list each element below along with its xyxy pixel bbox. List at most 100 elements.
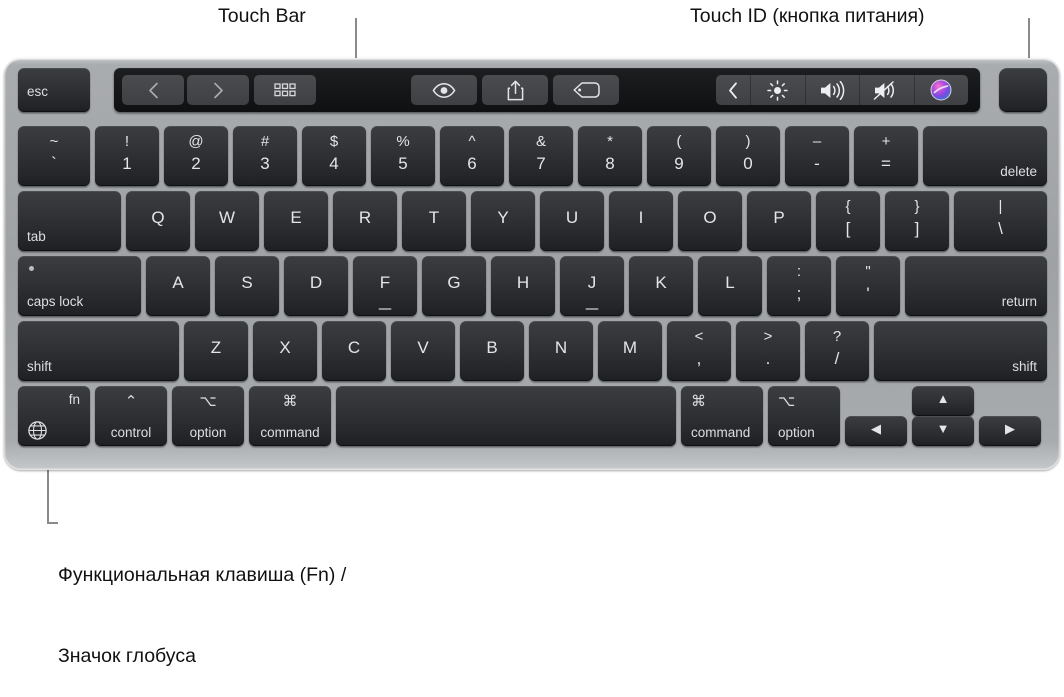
key-z-label: Z [210, 338, 222, 357]
touchbar-tag-button[interactable] [553, 75, 619, 105]
touchbar-siri-button[interactable] [915, 75, 969, 105]
key-backtick-label: ` [51, 154, 57, 173]
touchbar-share-button[interactable] [482, 75, 548, 105]
key-y[interactable]: Y [471, 191, 535, 251]
key-b[interactable]: B [460, 321, 524, 381]
key-v[interactable]: V [391, 321, 455, 381]
key-touch-id[interactable] [999, 68, 1047, 112]
key-backslash-shift-label: | [998, 198, 1003, 215]
touchbar-volume-button[interactable] [806, 75, 860, 105]
key-f[interactable]: F [353, 256, 417, 316]
key-control-left-symbol: ⌃ [124, 393, 138, 410]
key-7[interactable]: & 7 [509, 126, 573, 186]
key-backtick[interactable]: ~ ` [18, 126, 90, 186]
key-8[interactable]: * 8 [578, 126, 642, 186]
key-equals[interactable]: + = [854, 126, 918, 186]
key-command-right[interactable]: ⌘ command [681, 386, 763, 446]
key-1-label: 1 [122, 154, 132, 173]
key-5[interactable]: % 5 [371, 126, 435, 186]
key-9-label: 9 [674, 154, 684, 173]
key-arrow-down[interactable]: ▼ [912, 416, 974, 446]
key-esc[interactable]: esc [18, 68, 90, 112]
touchbar-mute-button[interactable] [860, 75, 915, 105]
key-slash[interactable]: ? / [805, 321, 869, 381]
key-1[interactable]: ! 1 [95, 126, 159, 186]
key-i[interactable]: I [609, 191, 673, 251]
key-9[interactable]: ( 9 [647, 126, 711, 186]
key-4[interactable]: $ 4 [302, 126, 366, 186]
key-e[interactable]: E [264, 191, 328, 251]
key-l[interactable]: L [698, 256, 762, 316]
key-option-right-label: option [778, 425, 815, 440]
key-quote[interactable]: " ' [836, 256, 900, 316]
key-m[interactable]: M [598, 321, 662, 381]
key-x[interactable]: X [253, 321, 317, 381]
key-space[interactable] [336, 386, 676, 446]
key-arrow-left[interactable]: ◀ [845, 416, 907, 446]
key-option-left[interactable]: ⌥ option [172, 386, 244, 446]
touch-bar[interactable] [114, 68, 980, 112]
key-r[interactable]: R [333, 191, 397, 251]
key-o[interactable]: O [678, 191, 742, 251]
key-option-right[interactable]: ⌥ option [768, 386, 840, 446]
key-bracket-left[interactable]: { [ [816, 191, 880, 251]
key-arrow-right[interactable]: ▶ [979, 416, 1041, 446]
key-g[interactable]: G [422, 256, 486, 316]
key-backslash[interactable]: | \ [954, 191, 1047, 251]
key-caps-lock[interactable]: caps lock [18, 256, 141, 316]
touchbar-back-button[interactable] [122, 75, 184, 105]
key-slash-label: / [834, 349, 840, 368]
key-bracket-right[interactable]: } ] [885, 191, 949, 251]
key-k[interactable]: K [629, 256, 693, 316]
key-2[interactable]: @ 2 [164, 126, 228, 186]
key-return[interactable]: return [905, 256, 1047, 316]
key-a[interactable]: A [146, 256, 210, 316]
key-z[interactable]: Z [184, 321, 248, 381]
key-period[interactable]: > . [736, 321, 800, 381]
key-tab-label: tab [27, 229, 46, 244]
chevron-right-icon [213, 82, 224, 99]
key-s[interactable]: S [215, 256, 279, 316]
key-0[interactable]: ) 0 [716, 126, 780, 186]
callout-touch-id: Touch ID (кнопка питания) [690, 5, 925, 27]
touchbar-control-strip[interactable] [716, 75, 968, 105]
key-minus[interactable]: – - [785, 126, 849, 186]
key-shift-left[interactable]: shift [18, 321, 179, 381]
globe-icon [27, 420, 48, 441]
key-3[interactable]: # 3 [233, 126, 297, 186]
key-arrow-down-label: ▼ [936, 421, 950, 436]
key-fn[interactable]: fn [18, 386, 90, 446]
key-q-label: Q [151, 208, 165, 227]
key-backslash-label: \ [998, 219, 1003, 238]
key-p[interactable]: P [747, 191, 811, 251]
key-quote-shift-label: " [865, 263, 871, 280]
key-j[interactable]: J [560, 256, 624, 316]
key-6[interactable]: ^ 6 [440, 126, 504, 186]
key-3-label: 3 [260, 154, 270, 173]
key-t[interactable]: T [402, 191, 466, 251]
key-h[interactable]: H [491, 256, 555, 316]
key-u[interactable]: U [540, 191, 604, 251]
key-n[interactable]: N [529, 321, 593, 381]
key-control-left[interactable]: ⌃ control [95, 386, 167, 446]
touchbar-expand-control-strip-button[interactable] [716, 75, 751, 105]
callout-touch-bar: Touch Bar [218, 5, 306, 27]
key-shift-right[interactable]: shift [874, 321, 1047, 381]
key-slash-shift-label: ? [832, 328, 842, 345]
touchbar-brightness-button[interactable] [751, 75, 806, 105]
key-q[interactable]: Q [126, 191, 190, 251]
key-comma[interactable]: < , [667, 321, 731, 381]
key-delete[interactable]: delete [923, 126, 1047, 186]
touchbar-grid-view-button[interactable] [254, 75, 316, 105]
key-d[interactable]: D [284, 256, 348, 316]
key-c[interactable]: C [322, 321, 386, 381]
touchbar-quick-look-button[interactable] [411, 75, 477, 105]
key-tab[interactable]: tab [18, 191, 121, 251]
key-command-left[interactable]: ⌘ command [249, 386, 331, 446]
touchbar-forward-button[interactable] [187, 75, 249, 105]
key-w[interactable]: W [195, 191, 259, 251]
key-command-right-label: command [691, 425, 751, 440]
key-semicolon[interactable]: : ; [767, 256, 831, 316]
key-arrow-up[interactable]: ▲ [912, 386, 974, 416]
key-comma-shift-label: < [694, 328, 704, 345]
